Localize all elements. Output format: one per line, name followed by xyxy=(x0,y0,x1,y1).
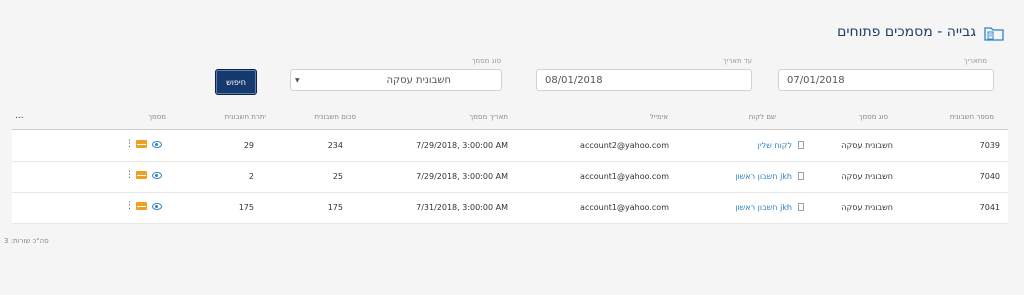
cell-email: account1@yahoo.com xyxy=(580,203,669,212)
to-date-value: 08/01/2018 xyxy=(545,74,603,86)
cell-amount: 234 xyxy=(327,141,343,150)
cell-date: 7/29/2018, 3:00:00 AM xyxy=(416,172,508,181)
col-email[interactable]: אימייל xyxy=(650,113,668,121)
col-invoice-number[interactable]: מספר חשבונית xyxy=(950,113,994,121)
cell-number: 7041 xyxy=(979,203,1000,212)
view-icon[interactable] xyxy=(152,203,162,210)
row-menu-icon[interactable]: ⋮ xyxy=(125,201,134,211)
col-doc-type[interactable]: סוג מסמך xyxy=(859,113,888,121)
cell-balance: 29 xyxy=(243,141,254,150)
to-date-input[interactable]: 08/01/2018 xyxy=(536,69,752,91)
cell-date: 7/31/2018, 3:00:00 AM xyxy=(416,203,508,212)
cell-number: 7039 xyxy=(979,141,1000,150)
doc-type-select[interactable]: ▼ חשבונית עסקה xyxy=(290,69,502,91)
customer-link[interactable]: לקוח שלין xyxy=(758,141,792,150)
chevron-down-icon: ▼ xyxy=(295,76,300,84)
doc-type-value: חשבונית עסקה xyxy=(386,74,452,86)
cell-amount: 175 xyxy=(327,203,343,212)
view-icon[interactable] xyxy=(152,172,162,179)
more-options-icon[interactable]: ... xyxy=(15,111,24,121)
cell-balance: 175 xyxy=(238,203,254,212)
cell-type: חשבונית עסקה xyxy=(841,141,893,150)
customer-doc-icon xyxy=(795,172,804,181)
col-doc-date[interactable]: תאריך מסמך xyxy=(469,113,508,121)
search-button[interactable]: חיפוש xyxy=(215,69,257,95)
table-row[interactable]: 7041 חשבונית עסקה חשבון ראשון jkh accoun… xyxy=(12,192,1008,224)
customer-link[interactable]: חשבון ראשון jkh xyxy=(735,172,792,181)
table-row[interactable]: 7040 חשבונית עסקה חשבון ראשון jkh accoun… xyxy=(12,161,1008,193)
row-menu-icon[interactable]: ⋮ xyxy=(125,139,134,149)
cell-type: חשבונית עסקה xyxy=(841,172,893,181)
to-date-label: עד תאריך xyxy=(723,57,752,65)
from-date-value: 07/01/2018 xyxy=(787,74,845,86)
view-icon[interactable] xyxy=(152,141,162,148)
cell-type: חשבונית עסקה xyxy=(841,203,893,212)
col-invoice-amount[interactable]: סכום חשבונית xyxy=(315,113,356,121)
customer-doc-icon xyxy=(795,141,804,150)
cell-email: account2@yahoo.com xyxy=(580,141,669,150)
doc-type-label: סוג מסמך xyxy=(471,57,501,65)
col-document: מסמך xyxy=(148,113,166,121)
email-icon[interactable] xyxy=(136,202,147,210)
email-icon[interactable] xyxy=(136,171,147,179)
cell-email: account1@yahoo.com xyxy=(580,172,669,181)
documents-table: מספר חשבונית סוג מסמך שם לקוח אימייל תאר… xyxy=(12,108,1008,224)
page-title: גבייה - מסמכים פתוחים xyxy=(837,24,976,40)
cell-balance: 2 xyxy=(248,172,254,181)
row-menu-icon[interactable]: ⋮ xyxy=(125,170,134,180)
total-rows: סה"כ שורות: 3 xyxy=(4,237,49,245)
cell-amount: 25 xyxy=(332,172,343,181)
cell-number: 7040 xyxy=(979,172,1000,181)
col-invoice-balance[interactable]: יתרת חשבונית xyxy=(225,113,266,121)
cell-date: 7/29/2018, 3:00:00 AM xyxy=(416,141,508,150)
from-date-input[interactable]: 07/01/2018 xyxy=(778,69,994,91)
table-row[interactable]: 7039 חשבונית עסקה לקוח שלין account2@yah… xyxy=(12,130,1008,162)
table-header: מספר חשבונית סוג מסמך שם לקוח אימייל תאר… xyxy=(12,108,1008,130)
customer-doc-icon xyxy=(795,203,804,212)
col-customer-name[interactable]: שם לקוח xyxy=(749,113,776,121)
from-date-label: מתאריך xyxy=(963,57,987,65)
customer-link[interactable]: חשבון ראשון jkh xyxy=(735,203,792,212)
folder-document-icon xyxy=(984,27,1004,41)
email-icon[interactable] xyxy=(136,140,147,148)
